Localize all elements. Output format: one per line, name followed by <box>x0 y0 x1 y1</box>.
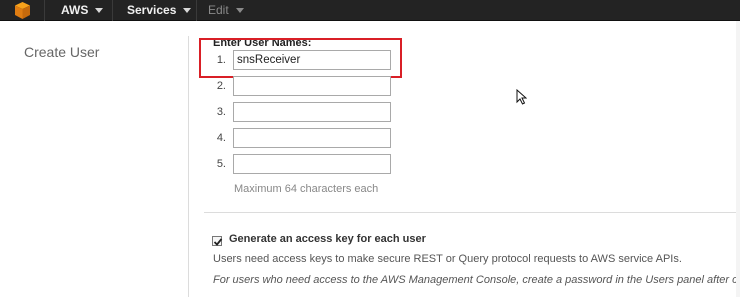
user-name-input-3[interactable] <box>233 102 391 122</box>
horizontal-divider <box>204 212 740 213</box>
user-name-input-1[interactable] <box>233 50 391 70</box>
mouse-cursor-icon <box>516 89 527 105</box>
generate-access-key-checkbox[interactable] <box>212 236 223 246</box>
chevron-down-icon <box>235 8 244 14</box>
row-number: 3. <box>216 106 226 118</box>
row-number: 4. <box>216 132 226 144</box>
chevron-down-icon <box>95 8 104 14</box>
row-number: 2. <box>216 80 226 92</box>
services-menu[interactable]: Services <box>113 0 197 21</box>
max-length-hint: Maximum 64 characters each <box>234 183 379 195</box>
vertical-divider <box>188 36 189 297</box>
top-nav-bar: AWS Services Edit <box>0 0 740 21</box>
edit-menu-label: Edit <box>208 3 229 17</box>
services-menu-label: Services <box>127 3 177 17</box>
edit-menu[interactable]: Edit <box>197 0 257 21</box>
row-number: 5. <box>216 158 226 170</box>
aws-menu[interactable]: AWS <box>45 0 113 21</box>
console-password-info-text: For users who need access to the AWS Man… <box>213 274 740 286</box>
page-title: Create User <box>24 44 100 60</box>
generate-access-key-label[interactable]: Generate an access key for each user <box>229 233 426 245</box>
aws-cube-icon <box>15 2 30 19</box>
aws-logo-button[interactable] <box>0 0 45 21</box>
checkmark-icon <box>213 238 223 246</box>
access-key-info-text: Users need access keys to make secure RE… <box>213 253 682 265</box>
user-name-input-5[interactable] <box>233 154 391 174</box>
scrollbar[interactable] <box>736 21 740 297</box>
user-name-input-4[interactable] <box>233 128 391 148</box>
row-number: 1. <box>216 54 226 66</box>
user-name-input-2[interactable] <box>233 76 391 96</box>
chevron-down-icon <box>183 8 192 14</box>
aws-menu-label: AWS <box>61 3 89 17</box>
